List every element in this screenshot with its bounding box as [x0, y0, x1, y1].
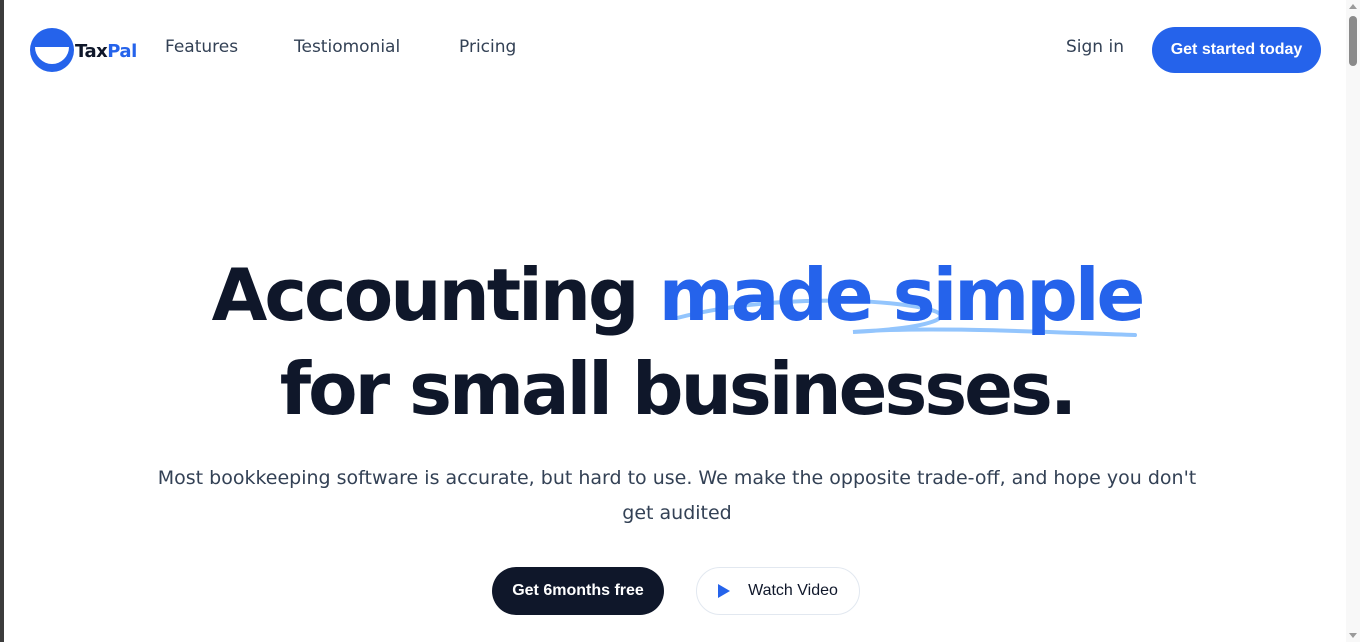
get-started-button[interactable]: Get started today	[1152, 27, 1321, 73]
logo-wordmark: TaxPal	[75, 41, 137, 62]
headline-highlight: made simple	[658, 248, 1146, 342]
headline-line-2: for small businesses.	[279, 347, 1077, 431]
headline-line-1: Accounting made simple	[4, 248, 1350, 342]
nav-link-pricing[interactable]: Pricing	[459, 37, 516, 57]
logo-text-tax: Tax	[75, 40, 108, 62]
nav-link-testimonial[interactable]: Testiomonial	[294, 37, 400, 57]
scrollbar-thumb[interactable]	[1349, 16, 1357, 66]
hero-headline: Accounting made simple for small busines…	[4, 248, 1350, 436]
browser-viewport: TaxPal Features Testiomonial Pricing Sig…	[0, 0, 1360, 642]
headline-prefix: Accounting	[211, 253, 640, 337]
logo-text-pal: Pal	[107, 40, 137, 62]
site-header: TaxPal Features Testiomonial Pricing Sig…	[4, 0, 1350, 100]
hero-subtitle: Most bookkeeping software is accurate, b…	[157, 467, 1197, 524]
scroll-down-arrow-icon[interactable]	[1349, 633, 1357, 638]
scroll-up-arrow-icon[interactable]	[1349, 4, 1357, 9]
nav-link-features[interactable]: Features	[165, 37, 238, 57]
play-icon	[718, 584, 731, 598]
headline-highlight-text: made simple	[658, 253, 1146, 337]
logo-link[interactable]: TaxPal	[30, 27, 150, 73]
get-free-months-button[interactable]: Get 6months free	[492, 567, 664, 615]
logo-mark-icon	[30, 28, 74, 72]
vertical-scrollbar[interactable]	[1346, 0, 1360, 642]
watch-video-button[interactable]: Watch Video	[696, 567, 860, 615]
watch-video-label: Watch Video	[748, 582, 838, 599]
sign-in-link[interactable]: Sign in	[1066, 37, 1124, 57]
